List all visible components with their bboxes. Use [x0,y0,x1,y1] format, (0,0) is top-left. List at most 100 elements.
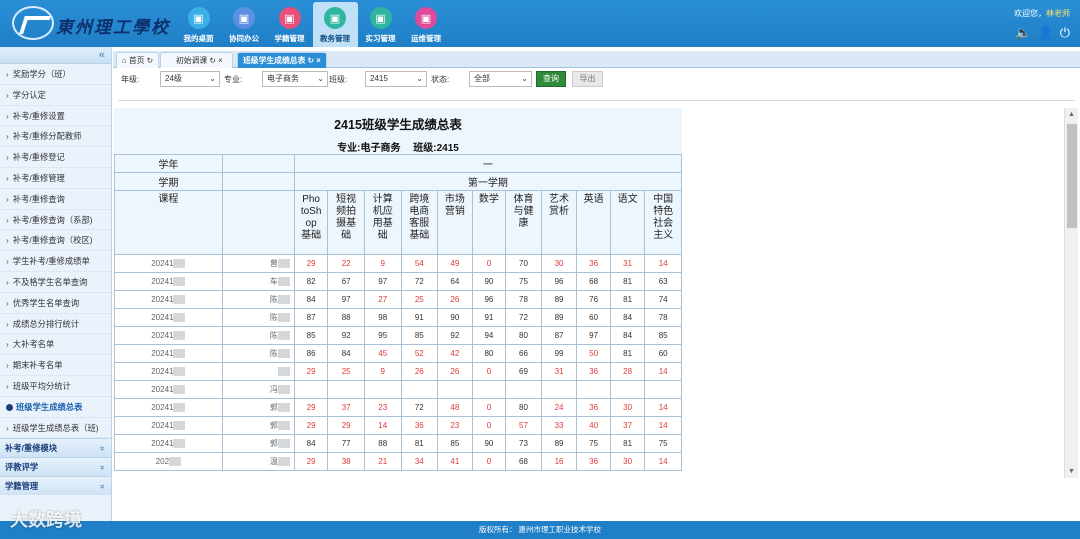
nav-item-3[interactable]: ▣ 教务管理 [312,2,358,47]
table-row: 20241 郭 84 77 88 81 85 90 73 89 75 81 75 [114,434,682,453]
tab-initial-adjust[interactable]: 初始调课 ↻ × [160,52,233,68]
student-id: 20241 [151,438,174,448]
sidebar-item-label: 班级平均分统计 [12,380,71,391]
export-button[interactable]: 导出 [572,71,603,87]
sidebar-section[interactable]: 评教评学 » [0,457,111,477]
user-icon[interactable]: 👤 [1038,25,1054,41]
major-select[interactable]: 电子商务 ⌄ [262,71,328,87]
nav-item-4[interactable]: ▣ 实习管理 [358,2,403,47]
score-cell: 97 [576,326,611,345]
student-name: 冯 [269,385,278,394]
speaker-icon[interactable]: 🔈 [1015,25,1031,41]
chevron-right-icon: › [6,297,9,308]
student-id: 20241 [151,294,174,304]
sidebar-item[interactable]: › 奖励学分（班） [0,64,111,85]
chevron-right-icon: › [6,380,9,391]
close-icon[interactable]: × [218,56,223,65]
score-cell: 63 [644,272,682,291]
sidebar-item[interactable]: › 学分认定 [0,85,111,106]
score-cell: 52 [400,344,439,363]
score-cell: 36 [576,398,611,417]
sidebar-item[interactable]: › 补考/重修查询（系部) [0,210,111,231]
nav-item-5[interactable]: ▣ 运维管理 [404,2,449,47]
course-name-line: 计算 [372,194,393,205]
blank-cell [221,172,295,191]
sidebar-item[interactable]: › 补考/重修登记 [0,147,111,168]
refresh-icon[interactable]: ↻ [147,56,154,65]
query-button[interactable]: 查询 [536,71,566,87]
nav-item-1[interactable]: ▣ 协同办公 [222,2,267,47]
chevron-right-icon: › [6,276,9,287]
score-cell: 0 [471,416,507,435]
nav-item-0[interactable]: ▣ 我的桌面 [176,2,221,47]
score-cell: 0 [471,398,507,417]
course-name-line: 体育 [513,194,534,205]
vertical-scrollbar[interactable]: ▲ ▼ [1064,108,1078,478]
student-name: 陈 [269,313,278,322]
score-cell: 29 [293,362,329,381]
grade-select[interactable]: 24级 ⌄ [160,71,220,87]
score-cell [363,380,402,399]
score-cell: 29 [293,398,329,417]
sidebar-section[interactable]: 补考/重修模块 » [0,438,111,458]
chevron-right-icon: › [6,172,9,183]
sidebar-item-label: 学生补考/重修成绩单 [12,256,90,267]
score-cell: 25 [400,290,439,309]
sidebar-collapse-button[interactable]: « [0,47,111,64]
score-cell: 45 [363,344,402,363]
scroll-thumb[interactable] [1067,124,1077,228]
student-name: 郭 [269,403,278,412]
power-icon[interactable]: ⏻ [1060,25,1070,41]
score-cell: 91 [400,308,439,327]
sidebar-item[interactable]: › 补考/重修查询（校区) [0,230,111,252]
sidebar-item-label: 补考/重修设置 [12,110,65,121]
chevron-double-down-icon: » [98,446,109,452]
sidebar-item[interactable]: › 补考/重修管理 [0,168,111,189]
sidebar-item[interactable]: › 不及格学生名单查询 [0,272,111,293]
sidebar-item[interactable]: › 班级平均分统计 [0,376,111,397]
sidebar-item[interactable]: › 班级学生成绩总表（班) [0,418,111,439]
score-cell: 94 [471,326,507,345]
course-name-line: 频拍 [336,206,357,217]
term-header: 学期 [114,172,223,191]
sidebar-item[interactable]: › 大补考名单 [0,334,111,356]
score-cell: 48 [437,398,473,417]
sidebar-item[interactable]: › 补考/重修设置 [0,106,111,127]
student-id: 20241 [151,366,174,376]
footer: 版权所有： 惠州市理工职业技术学校 [0,521,1080,539]
sidebar-item[interactable]: › 补考/重修分配教师 [0,126,111,148]
close-icon[interactable]: × [316,56,321,65]
score-cell: 77 [327,434,365,453]
table-row: 20241 车 82 67 97 72 64 90 75 96 68 81 63 [114,272,682,291]
sidebar-item[interactable]: › 学生补考/重修成绩单 [0,251,111,272]
redacted-block [277,403,290,413]
refresh-icon[interactable]: ↻ [308,56,315,65]
status-select[interactable]: 全部 ⌄ [469,71,532,87]
sidebar-item[interactable]: › 补考/重修查询 [0,189,111,210]
tab-home[interactable]: ⌂ 首页 ↻ [116,52,160,68]
flask-icon: ▣ [369,7,392,29]
course-name-line: 电商 [409,206,430,217]
score-cell [471,380,507,399]
sidebar-item[interactable]: 班级学生成绩总表 [0,397,111,418]
sidebar-item[interactable]: › 成绩总分排行统计 [0,314,111,335]
username[interactable]: 林老师 [1046,9,1070,18]
nav-item-label: 协同办公 [229,34,259,43]
class-select[interactable]: 2415 ⌄ [365,71,427,87]
sidebar-section[interactable]: 学籍管理 » [0,476,111,496]
student-id-cell: 20241 [114,416,223,435]
score-cell: 85 [293,326,329,345]
scroll-down-icon[interactable]: ▼ [1068,468,1075,475]
refresh-icon[interactable]: ↻ [209,56,216,65]
table-row: 20241 陈 87 88 98 91 90 91 72 89 60 84 78 [114,308,682,327]
nav-item-2[interactable]: ▣ 学籍管理 [267,2,312,47]
grid-icon: ▣ [233,7,255,29]
sidebar-item[interactable]: › 优秀学生名单查询 [0,293,111,314]
score-cell: 90 [471,272,507,291]
score-cell: 30 [540,254,578,273]
tab-class-score-summary[interactable]: 班级学生成绩总表 ↻ × [237,52,327,68]
sidebar-item[interactable]: › 期末补考名单 [0,355,111,376]
score-cell: 97 [363,272,402,291]
scroll-up-icon[interactable]: ▲ [1068,111,1075,118]
chevron-right-icon: › [6,193,9,204]
